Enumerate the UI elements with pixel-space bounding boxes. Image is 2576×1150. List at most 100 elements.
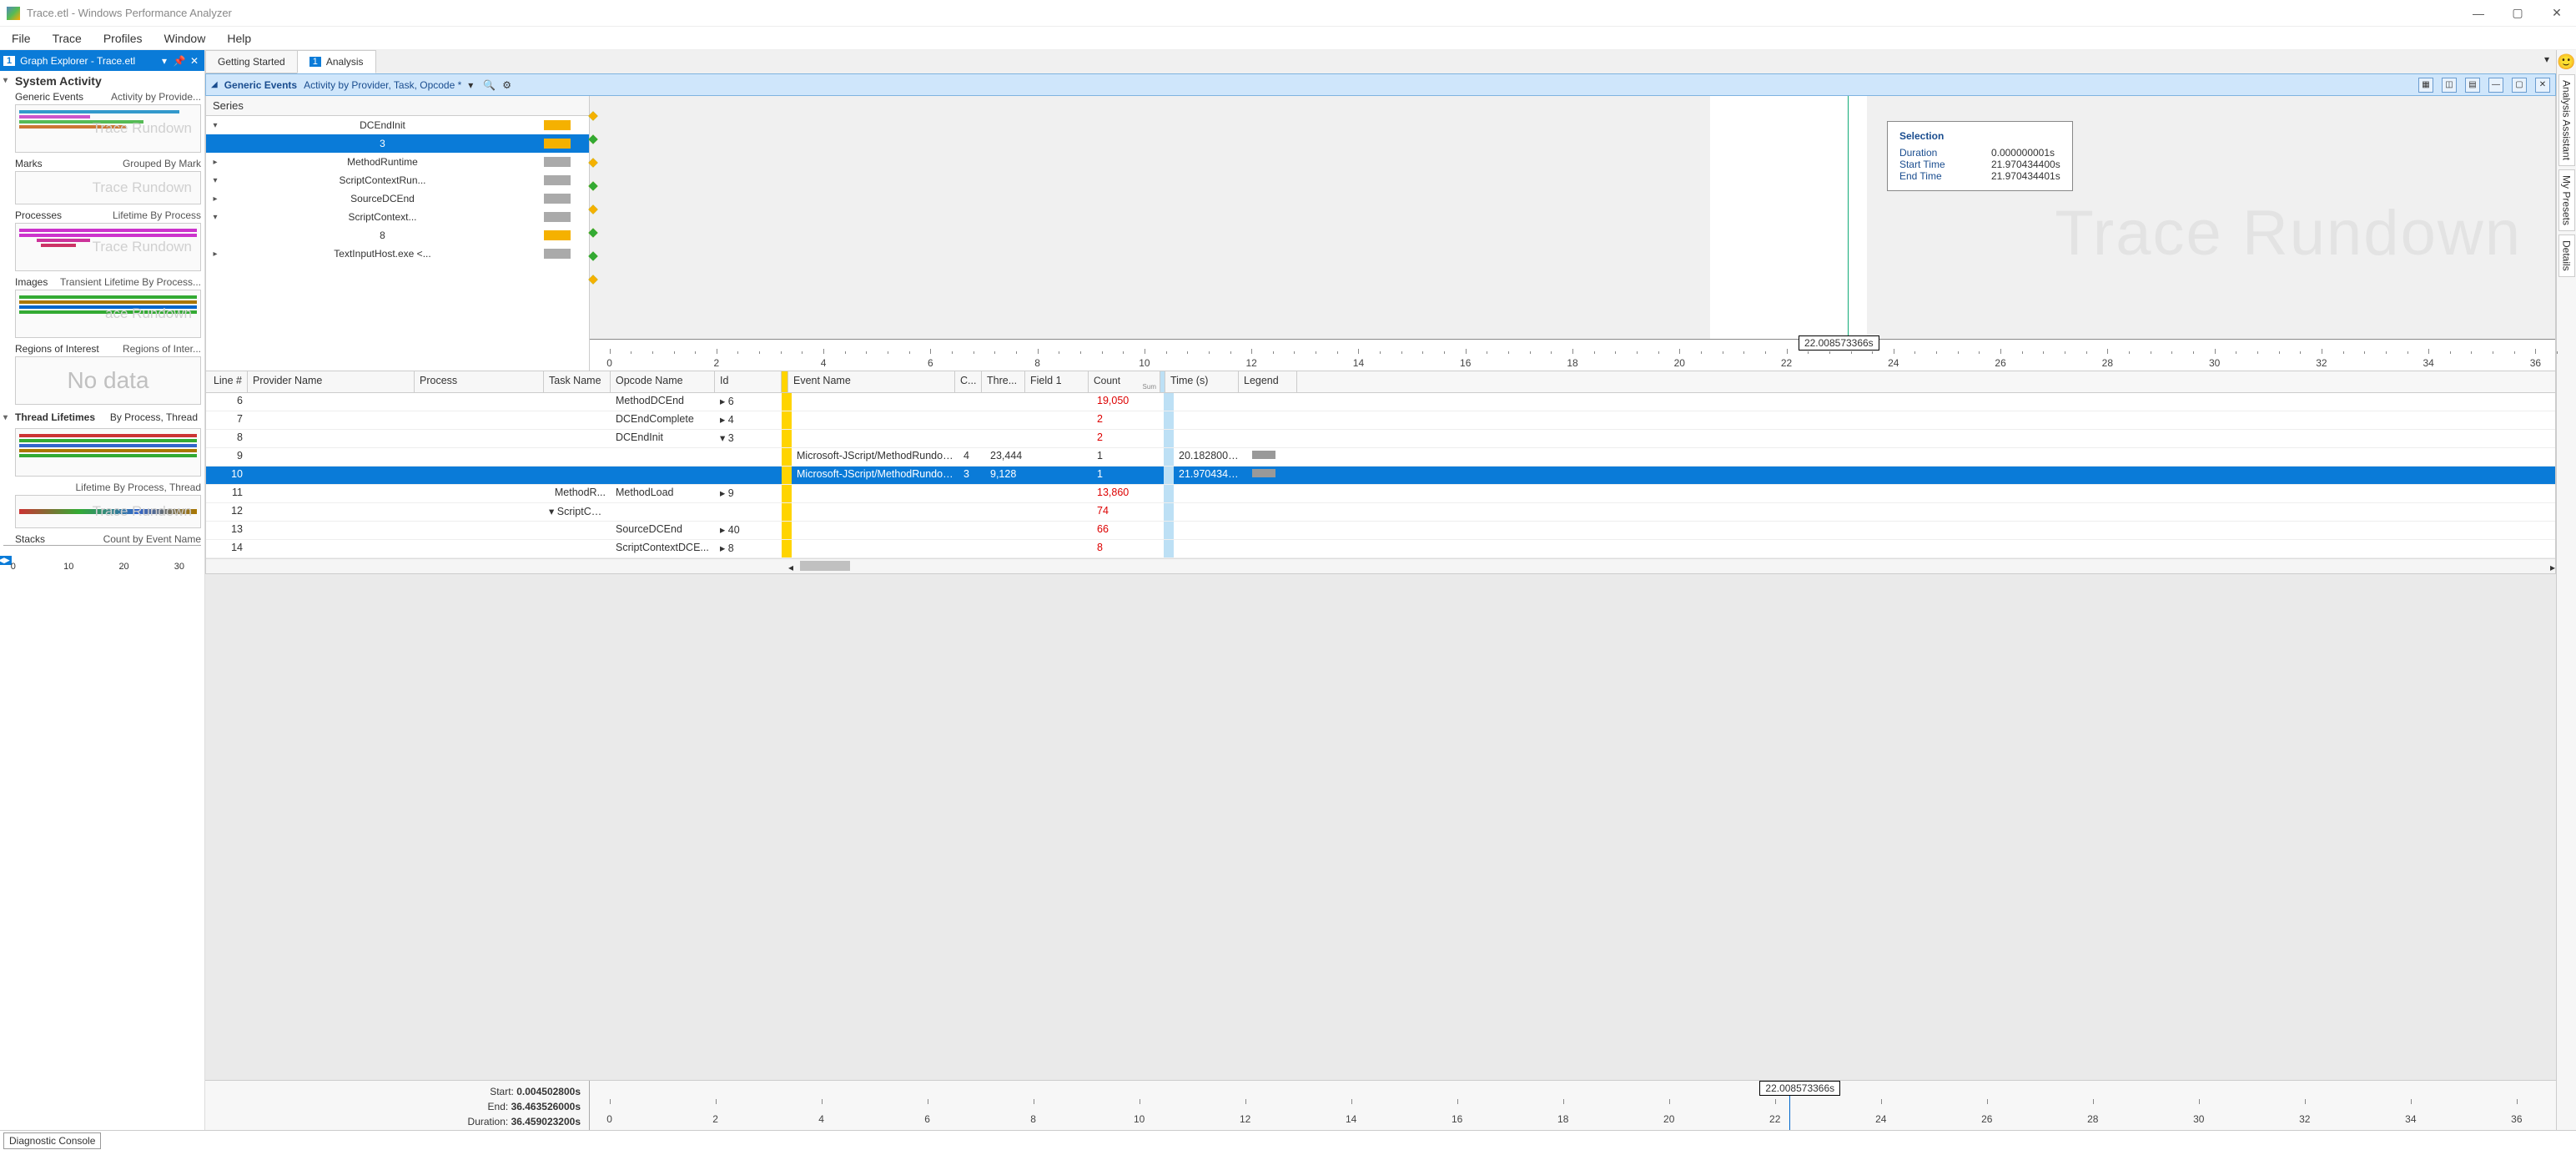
tab-my-presets[interactable]: My Presets xyxy=(2558,169,2575,231)
graph-area: Series ▾DCEndInit3▸MethodRuntime▾ScriptC… xyxy=(205,96,2556,371)
item-marks[interactable]: MarksGrouped By Mark Trace Rundown xyxy=(0,156,204,204)
titlebar: Trace.etl - Windows Performance Analyzer… xyxy=(0,0,2576,27)
maximize-button[interactable]: ▢ xyxy=(2498,1,2537,26)
item-generic-events[interactable]: Generic Events Activity by Provide... Tr… xyxy=(0,89,204,153)
tab-getting-started[interactable]: Getting Started xyxy=(205,50,297,73)
gear-icon[interactable]: ⚙ xyxy=(502,79,511,91)
chevron-down-icon[interactable]: ▾ xyxy=(158,55,171,67)
series-row[interactable]: ▸TextInputHost.exe <... xyxy=(206,245,589,263)
table-row[interactable]: 7DCEndComplete▸ 42 xyxy=(206,411,2555,430)
view-mode-1-icon[interactable]: ▦ xyxy=(2418,78,2433,93)
right-tab-strip: 🙂 Analysis Assistant My Presets Details xyxy=(2556,50,2576,1130)
mini-ruler: ◀▶ 0 10 20 30 xyxy=(3,545,201,572)
app-icon xyxy=(7,7,20,20)
bottom-cursor-bubble: 22.008573366s xyxy=(1759,1081,1840,1096)
item-regions[interactable]: Regions of InterestRegions of Inter... N… xyxy=(0,341,204,405)
col-process[interactable]: Process xyxy=(415,371,544,392)
col-time[interactable]: Time (s) xyxy=(1165,371,1239,392)
selection-tooltip: Selection Duration0.000000001s Start Tim… xyxy=(1887,121,2073,191)
graph-explorer-header: 1 Graph Explorer - Trace.etl ▾ 📌 ✕ xyxy=(0,50,204,71)
close-panel-icon[interactable]: ✕ xyxy=(188,55,201,67)
separator-gold xyxy=(782,371,788,392)
col-line[interactable]: Line # xyxy=(206,371,248,392)
series-row[interactable]: ▾DCEndInit xyxy=(206,116,589,134)
col-provider[interactable]: Provider Name xyxy=(248,371,415,392)
menu-file[interactable]: File xyxy=(2,28,41,48)
smiley-icon[interactable]: 🙂 xyxy=(2557,53,2575,71)
table-row[interactable]: 11MethodR...MethodLoad▸ 913,860 xyxy=(206,485,2555,503)
menu-help[interactable]: Help xyxy=(217,28,261,48)
menu-trace[interactable]: Trace xyxy=(43,28,92,48)
series-row[interactable]: ▾ScriptContextRun... xyxy=(206,171,589,189)
table-header: Line # Provider Name Process Task Name O… xyxy=(206,371,2555,393)
col-field1[interactable]: Field 1 xyxy=(1025,371,1089,392)
item-threads2[interactable]: Lifetime By Process, Thread Trace Rundow… xyxy=(0,480,204,528)
col-count[interactable]: CountSum xyxy=(1089,371,1160,392)
graph-explorer-panel: 1 Graph Explorer - Trace.etl ▾ 📌 ✕ Syste… xyxy=(0,50,205,1130)
view-mode-2-icon[interactable]: ◫ xyxy=(2442,78,2457,93)
col-task[interactable]: Task Name xyxy=(544,371,611,392)
search-icon[interactable]: 🔍 xyxy=(483,79,496,91)
col-event[interactable]: Event Name xyxy=(788,371,955,392)
series-row[interactable]: ▸SourceDCEnd xyxy=(206,189,589,208)
series-row[interactable]: 8 xyxy=(206,226,589,245)
graph-header: ◢ Generic Events Activity by Provider, T… xyxy=(205,73,2556,96)
graph-explorer-title: Graph Explorer - Trace.etl xyxy=(20,55,135,67)
table-row[interactable]: 9Microsoft-JScript/MethodRundow...423,44… xyxy=(206,448,2555,467)
graph-subtitle[interactable]: Activity by Provider, Task, Opcode * xyxy=(304,79,461,91)
item-stacks[interactable]: StacksCount by Event Name xyxy=(0,532,204,545)
item-images[interactable]: ImagesTransient Lifetime By Process... a… xyxy=(0,275,204,338)
view-close-icon[interactable]: ✕ xyxy=(2535,78,2550,93)
window-title: Trace.etl - Windows Performance Analyzer xyxy=(27,7,2459,19)
section-system-activity[interactable]: System Activity xyxy=(0,71,204,89)
col-opcode[interactable]: Opcode Name xyxy=(611,371,715,392)
menu-profiles[interactable]: Profiles xyxy=(93,28,153,48)
watermark: Trace Rundown xyxy=(16,105,200,152)
series-row[interactable]: ▾ScriptContext... xyxy=(206,208,589,226)
item-processes[interactable]: ProcessesLifetime By Process Trace Rundo… xyxy=(0,208,204,271)
no-data-label: No data xyxy=(16,357,200,404)
document-tabs: Getting Started 1Analysis ▾ xyxy=(205,50,2556,73)
col-c[interactable]: C... xyxy=(955,371,982,392)
col-id[interactable]: Id xyxy=(715,371,782,392)
table-row[interactable]: 6MethodDCEnd▸ 619,050 xyxy=(206,393,2555,411)
table-row[interactable]: 12▾ ScriptCo...74 xyxy=(206,503,2555,522)
series-row[interactable]: 3 xyxy=(206,134,589,153)
tab-analysis[interactable]: 1Analysis xyxy=(297,50,376,73)
timeline-watermark: Trace Rundown xyxy=(590,96,2555,371)
table-row[interactable]: 8DCEndInit▾ 32 xyxy=(206,430,2555,448)
event-table: Line # Provider Name Process Task Name O… xyxy=(205,371,2556,574)
generic-label: Generic Events xyxy=(15,91,83,103)
menubar: File Trace Profiles Window Help xyxy=(0,27,2576,50)
section-thread-lifetimes[interactable]: Thread LifetimesBy Process, Thread xyxy=(0,408,204,425)
timeline[interactable]: Trace Rundown Selection Duration0.000000… xyxy=(590,96,2555,371)
time-cursor-bubble: 22.008573366s xyxy=(1799,335,1879,351)
series-header: Series xyxy=(206,96,589,116)
close-button[interactable]: ✕ xyxy=(2538,1,2576,26)
tab-overflow-icon[interactable]: ▾ xyxy=(2538,50,2556,73)
chevron-down-icon[interactable]: ▾ xyxy=(468,79,473,91)
series-row[interactable]: ▸MethodRuntime xyxy=(206,153,589,171)
table-row[interactable]: 13SourceDCEnd▸ 4066 xyxy=(206,522,2555,540)
bottom-ruler: Start: 0.004502800s End: 36.463526000s D… xyxy=(205,1080,2556,1130)
tab-details[interactable]: Details xyxy=(2558,235,2575,277)
main-area: Getting Started 1Analysis ▾ ◢ Generic Ev… xyxy=(205,50,2556,1130)
status-bar: Diagnostic Console xyxy=(0,1130,2576,1150)
pin-icon[interactable]: 📌 xyxy=(173,55,186,67)
view-mode-3-icon[interactable]: ▤ xyxy=(2465,78,2480,93)
minimize-button[interactable]: — xyxy=(2459,1,2498,26)
table-row[interactable]: 14ScriptContextDCE...▸ 88 xyxy=(206,540,2555,558)
generic-sub: Activity by Provide... xyxy=(111,91,201,103)
view-min-icon[interactable]: — xyxy=(2488,78,2503,93)
item-threads[interactable] xyxy=(0,425,204,477)
graph-title: Generic Events xyxy=(224,79,297,91)
table-row[interactable]: 10Microsoft-JScript/MethodRundow...39,12… xyxy=(206,467,2555,485)
col-legend[interactable]: Legend xyxy=(1239,371,1297,392)
col-thread[interactable]: Thre... xyxy=(982,371,1025,392)
tab-analysis-assistant[interactable]: Analysis Assistant xyxy=(2558,74,2575,166)
view-max-icon[interactable]: ▢ xyxy=(2512,78,2527,93)
menu-window[interactable]: Window xyxy=(154,28,216,48)
graph-explorer-num: 1 xyxy=(3,56,15,66)
horizontal-scrollbar[interactable]: ◂▸ xyxy=(206,558,2555,573)
diagnostic-console-button[interactable]: Diagnostic Console xyxy=(3,1132,101,1149)
